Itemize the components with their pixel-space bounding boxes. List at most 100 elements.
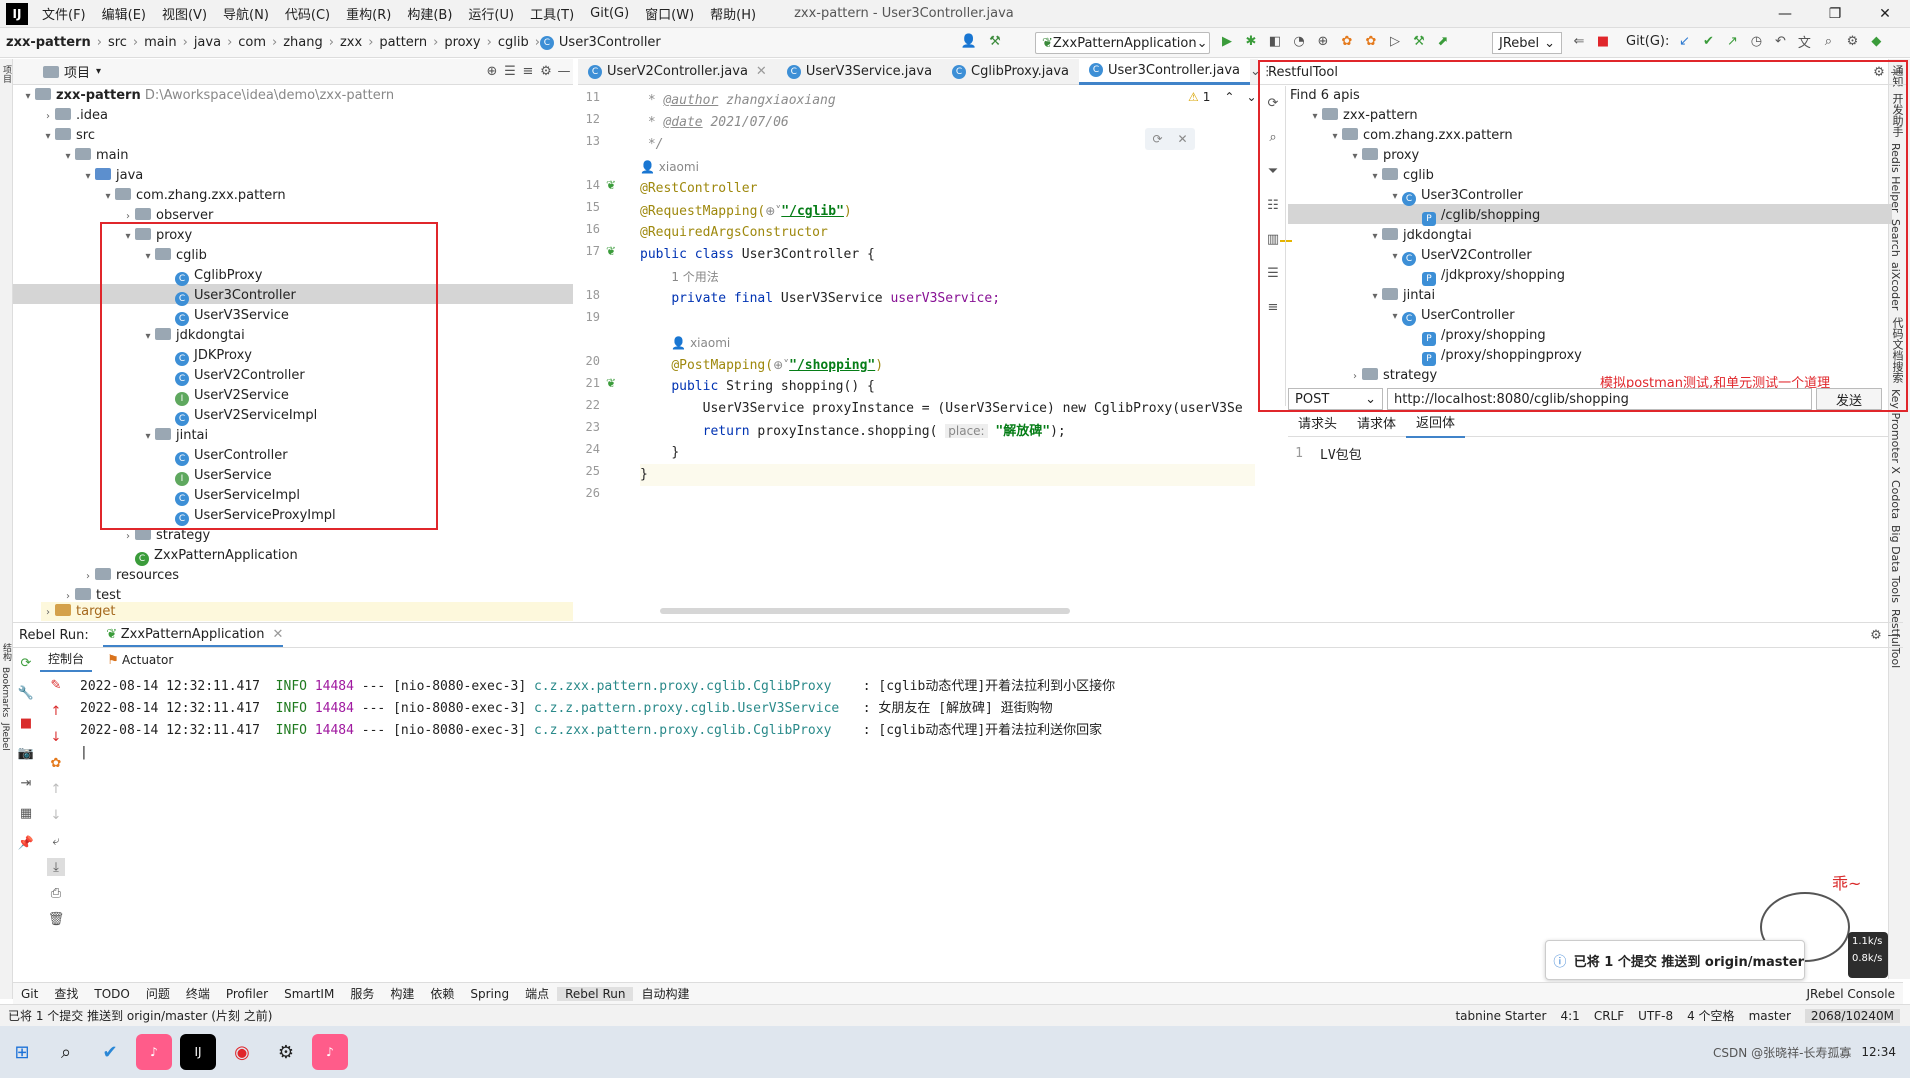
tool-big-data[interactable]: Big Data Tools — [1889, 525, 1902, 603]
coverage-icon[interactable]: ◧ — [1266, 32, 1284, 50]
project-panel-title[interactable]: 项目 — [64, 62, 90, 81]
menu-tools[interactable]: 工具(T) — [522, 4, 582, 23]
breadcrumb-project[interactable]: zxx-pattern — [0, 35, 97, 50]
tab-file[interactable]: C CglibProxy.java — [942, 59, 1079, 85]
menu-refactor[interactable]: 重构(R) — [338, 4, 399, 23]
app-icon[interactable]: ♪ — [312, 1034, 348, 1070]
exit-icon[interactable]: ⇥ — [17, 774, 35, 792]
run-config-tab[interactable]: ❦ ZxxPatternApplication ✕ — [102, 623, 284, 647]
tool-auto-build[interactable]: 自动构建 — [633, 985, 697, 1002]
rollback-icon[interactable]: ↶ — [1771, 32, 1789, 50]
tree-node-package[interactable]: ▾ com.zhang.zxx.pattern — [101, 186, 286, 206]
tool-structure[interactable]: 结构 — [0, 643, 13, 661]
tool-terminal[interactable]: 终端 — [178, 985, 218, 1002]
tool-problems[interactable]: 问题 — [138, 985, 178, 1002]
clock[interactable]: 12:34 — [1861, 1045, 1896, 1059]
rerun-icon[interactable]: ⟳ — [17, 654, 35, 672]
close-icon[interactable]: ✕ — [1860, 6, 1910, 22]
trash-icon[interactable]: 🗑 — [47, 910, 65, 928]
plugin-icon[interactable]: ◆ — [1867, 32, 1885, 50]
tool-bookmarks[interactable]: Bookmarks — [0, 667, 10, 717]
breadcrumb-item[interactable]: main — [138, 35, 182, 50]
tool-todo[interactable]: TODO — [86, 987, 137, 1001]
tool-codota[interactable]: Codota — [1889, 480, 1902, 519]
jrebel-debug-icon[interactable]: ✿ — [1362, 32, 1380, 50]
code-editor[interactable]: * @author zhangxiaoxiang * @date 2021/07… — [640, 86, 1255, 616]
back-icon[interactable]: ⇐ — [1570, 32, 1588, 50]
wrench-icon[interactable]: 🔧 — [17, 684, 35, 702]
spring-endpoint-icon[interactable]: ❦ — [606, 376, 616, 390]
layout-icon[interactable]: ▦ — [17, 804, 35, 822]
breadcrumb-item[interactable]: User3Controller — [559, 35, 667, 50]
status-message[interactable]: 已将 1 个提交 推送到 origin/master (片刻 之前) — [8, 1007, 272, 1024]
spring-bean-icon[interactable]: ❦ — [606, 178, 616, 192]
tool-build[interactable]: 构建 — [382, 985, 422, 1002]
tool-project[interactable]: 项目 — [0, 65, 13, 83]
tool-jrebel-console[interactable]: JRebel Console — [1798, 987, 1903, 1001]
indent-setting[interactable]: 4 个空格 — [1687, 1007, 1734, 1024]
windows-start-icon[interactable]: ⊞ — [4, 1034, 40, 1070]
soft-wrap-icon[interactable]: ⤶ — [47, 832, 65, 850]
tab-response-body[interactable]: 返回体 — [1406, 412, 1466, 438]
tree-node-main[interactable]: ▾ main — [61, 146, 128, 166]
tree-node-idea[interactable]: › .idea — [41, 106, 108, 126]
menu-help[interactable]: 帮助(H) — [702, 4, 764, 23]
down-arrow-icon[interactable]: ↓ — [47, 728, 65, 746]
chevron-down-icon[interactable]: ▾ — [96, 66, 101, 77]
menu-edit[interactable]: 编辑(E) — [94, 4, 154, 23]
tool-git[interactable]: Git — [13, 987, 46, 1001]
menu-code[interactable]: 代码(C) — [277, 4, 338, 23]
tool-endpoints[interactable]: 端点 — [517, 985, 557, 1002]
collapse-all-icon[interactable]: ≡ — [519, 63, 537, 81]
file-encoding[interactable]: UTF-8 — [1638, 1009, 1673, 1023]
tool-services[interactable]: 服务 — [342, 985, 382, 1002]
breadcrumb-item[interactable]: src — [102, 35, 133, 50]
app-icon[interactable]: ♪ — [136, 1034, 172, 1070]
up-arrow-icon[interactable]: ↑ — [47, 702, 65, 720]
tool-spring[interactable]: Spring — [462, 987, 517, 1001]
gear-icon[interactable]: ⚙ — [1843, 32, 1861, 50]
git-push-icon[interactable]: ↗ — [1723, 32, 1741, 50]
breadcrumb-item[interactable]: com — [232, 35, 272, 50]
line-separator[interactable]: CRLF — [1594, 1009, 1624, 1023]
hammer-icon[interactable]: ⚒ — [986, 32, 1004, 50]
translate-icon[interactable]: 文 — [1795, 32, 1813, 51]
search-icon[interactable]: ⌕ — [48, 1034, 84, 1070]
down-icon[interactable]: ↓ — [47, 806, 65, 824]
tree-node-src[interactable]: ▾ src — [41, 126, 95, 146]
clear-icon[interactable]: ✎ — [47, 676, 65, 694]
console-output[interactable]: 2022-08-14 12:32:11.417 INFO 14484 --- [… — [80, 676, 1580, 764]
check-app-icon[interactable]: ✔ — [92, 1034, 128, 1070]
hide-icon[interactable]: — — [1885, 626, 1903, 644]
menu-git[interactable]: Git(G) — [582, 6, 637, 21]
git-update-icon[interactable]: ↙ — [1675, 32, 1693, 50]
stop-icon[interactable]: ■ — [1594, 32, 1612, 50]
tool-dependencies[interactable]: 依赖 — [422, 985, 462, 1002]
chrome-icon[interactable]: ◉ — [224, 1034, 260, 1070]
camera-icon[interactable]: 📷 — [17, 744, 35, 762]
profile-icon[interactable]: ◔ — [1290, 32, 1308, 50]
run-icon[interactable]: ▶ — [1218, 32, 1236, 50]
jrebel-select[interactable]: JRebel ⌄ — [1492, 32, 1562, 54]
git-push-notification[interactable]: ⓘ 已将 1 个提交 推送到 origin/master — [1545, 940, 1805, 980]
scroll-to-end-icon[interactable]: ⤓ — [47, 858, 65, 876]
up-icon[interactable]: ↑ — [47, 780, 65, 798]
stop-icon[interactable]: ■ — [17, 714, 35, 732]
git-commit-icon[interactable]: ✔ — [1699, 32, 1717, 50]
tree-node-target[interactable]: › target — [41, 602, 573, 621]
tree-node-resources[interactable]: › resources — [81, 566, 179, 586]
tab-file-active[interactable]: C User3Controller.java — [1078, 58, 1251, 85]
tree-node-java[interactable]: ▾ java — [81, 166, 143, 186]
jrebel-build-icon[interactable]: ⚒ — [1410, 32, 1428, 50]
breadcrumb-item[interactable]: proxy — [438, 35, 486, 50]
memory-indicator[interactable]: 2068/10240M — [1804, 1008, 1900, 1023]
tool-profiler[interactable]: Profiler — [218, 987, 276, 1001]
tool-find[interactable]: 查找 — [46, 985, 86, 1002]
debug-icon[interactable]: ✱ — [1242, 32, 1260, 50]
menu-build[interactable]: 构建(B) — [399, 4, 460, 23]
tool-rebel-run[interactable]: Rebel Run — [557, 986, 634, 1001]
jrebel-icon[interactable]: ✿ — [47, 754, 65, 772]
tab-actuator[interactable]: Actuator — [122, 653, 173, 667]
tool-jrebel[interactable]: JRebel — [0, 723, 10, 751]
breadcrumb-item[interactable]: cglib — [492, 35, 535, 50]
